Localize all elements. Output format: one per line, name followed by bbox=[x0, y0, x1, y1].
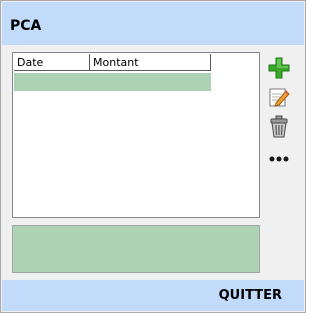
column-header-date[interactable]: Date bbox=[14, 54, 90, 71]
add-button[interactable] bbox=[265, 55, 293, 81]
edit-button[interactable] bbox=[265, 84, 293, 110]
more-icon bbox=[269, 156, 289, 162]
trash-icon bbox=[270, 115, 288, 138]
plus-icon bbox=[268, 57, 290, 79]
window-title: PCA bbox=[10, 18, 42, 34]
pca-grid[interactable]: Date Montant bbox=[12, 52, 260, 218]
edit-icon bbox=[269, 88, 290, 107]
more-button[interactable] bbox=[265, 146, 293, 172]
pca-window: PCA Date Montant QUITTER bbox=[0, 0, 306, 313]
column-header-montant[interactable]: Montant bbox=[90, 54, 211, 71]
title-bar: PCA bbox=[2, 2, 304, 45]
summary-box bbox=[12, 225, 260, 273]
grid-header: Date Montant bbox=[14, 54, 211, 72]
delete-button[interactable] bbox=[265, 114, 293, 140]
footer-bar: QUITTER bbox=[2, 280, 304, 311]
table-row[interactable] bbox=[14, 73, 211, 91]
quit-button[interactable]: QUITTER bbox=[219, 288, 282, 304]
